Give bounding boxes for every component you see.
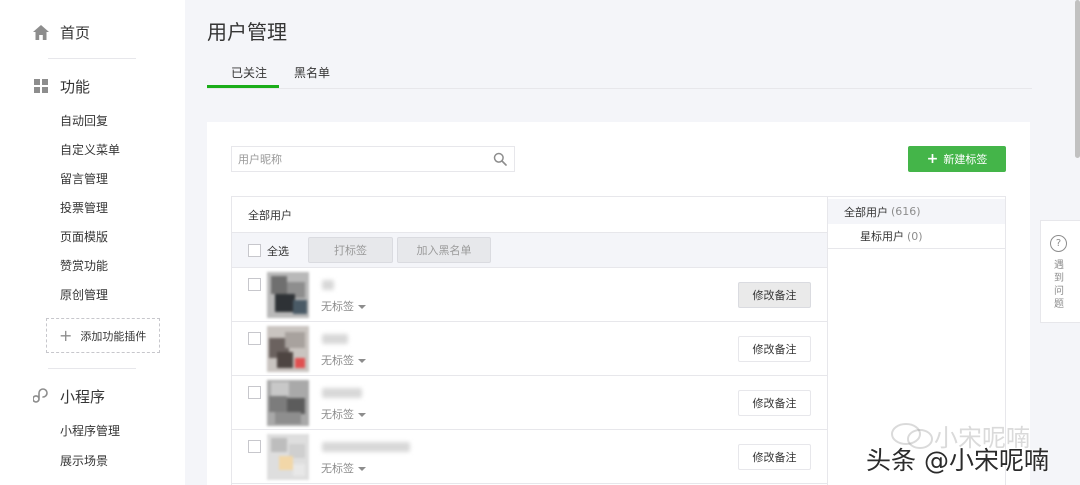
add-plugin-label: 添加功能插件 (80, 329, 147, 343)
edit-remark-button[interactable]: 修改备注 (738, 336, 811, 362)
row-tag-dropdown[interactable]: 无标签 (321, 298, 366, 314)
search-box (231, 146, 515, 172)
row-checkbox[interactable] (248, 278, 261, 291)
row-checkbox[interactable] (248, 386, 261, 399)
watermark: 头条 @小宋呢喃 (866, 446, 1049, 475)
group-item-all[interactable]: 全部用户 (616) (828, 199, 1005, 224)
plus-icon: + (926, 151, 939, 167)
table-title: 全部用户 (248, 209, 292, 222)
user-table: 全部用户 全选 打标签 加入黑名单 无标签 修改备注 无标签 修改备注 无标签 … (231, 196, 828, 485)
link-icon (32, 387, 50, 405)
sidebar-section-features[interactable]: 功能 (32, 74, 90, 98)
tab-bar: 已关注 黑名单 (207, 60, 1032, 89)
tag-button[interactable]: 打标签 (308, 237, 393, 263)
active-tab-indicator (207, 85, 279, 88)
row-tag-label: 无标签 (321, 462, 354, 475)
caret-down-icon (358, 413, 366, 417)
help-label: 遇到问题 (1054, 260, 1064, 310)
group-count: (0) (907, 229, 923, 243)
sidebar-section-label: 小程序 (60, 387, 106, 406)
row-tag-dropdown[interactable]: 无标签 (321, 352, 366, 368)
sidebar-item-comments[interactable]: 留言管理 (60, 170, 108, 188)
scrollbar-thumb[interactable] (1075, 0, 1080, 158)
row-checkbox[interactable] (248, 332, 261, 345)
page-title: 用户管理 (207, 20, 287, 44)
table-row: 无标签 修改备注 (232, 376, 827, 430)
avatar[interactable] (267, 434, 309, 480)
nickname-placeholder (322, 442, 410, 452)
tab-blacklist[interactable]: 黑名单 (294, 64, 330, 81)
group-count: (616) (891, 205, 921, 218)
avatar[interactable] (267, 380, 309, 426)
group-label: 星标用户 (860, 230, 904, 243)
edit-remark-button[interactable]: 修改备注 (738, 390, 811, 416)
sidebar-section-miniprogram[interactable]: 小程序 (32, 384, 105, 408)
sidebar-item-votes[interactable]: 投票管理 (60, 199, 108, 217)
sidebar-item-page-templates[interactable]: 页面模版 (60, 228, 108, 246)
tab-followed[interactable]: 已关注 (231, 64, 267, 81)
sidebar-item-reward[interactable]: 赞赏功能 (60, 257, 108, 275)
caret-down-icon (358, 467, 366, 471)
sidebar-item-home[interactable]: 首页 (32, 20, 90, 44)
sidebar-divider (48, 368, 136, 369)
table-row: 无标签 修改备注 (232, 430, 827, 484)
new-tag-label: 新建标签 (943, 153, 988, 166)
new-tag-button[interactable]: + 新建标签 (908, 146, 1006, 172)
nickname-placeholder (322, 334, 348, 344)
grid-icon (32, 77, 50, 95)
question-icon: ? (1050, 235, 1067, 252)
row-tag-dropdown[interactable]: 无标签 (321, 460, 366, 476)
edit-remark-button[interactable]: 修改备注 (738, 444, 811, 470)
table-row: 无标签 修改备注 (232, 268, 827, 322)
search-input[interactable] (232, 147, 482, 171)
avatar[interactable] (267, 272, 309, 318)
caret-down-icon (358, 359, 366, 363)
row-tag-dropdown[interactable]: 无标签 (321, 406, 366, 422)
add-plugin-button[interactable]: + 添加功能插件 (46, 318, 160, 353)
avatar[interactable] (267, 326, 309, 372)
row-tag-label: 无标签 (321, 300, 354, 313)
row-tag-label: 无标签 (321, 354, 354, 367)
table-row: 无标签 修改备注 (232, 322, 827, 376)
group-item-starred[interactable]: 星标用户 (0) (828, 224, 1005, 249)
sidebar-item-auto-reply[interactable]: 自动回复 (60, 112, 108, 130)
sidebar-item-original[interactable]: 原创管理 (60, 286, 108, 304)
help-tab[interactable]: ? 遇到问题 (1040, 220, 1080, 323)
search-icon[interactable] (493, 152, 507, 166)
select-all-checkbox[interactable] (248, 244, 261, 257)
plus-icon: + (59, 325, 73, 345)
sidebar-item-miniprogram-manage[interactable]: 小程序管理 (60, 422, 120, 440)
table-toolbar: 全选 打标签 加入黑名单 (232, 232, 827, 268)
home-icon (32, 23, 50, 41)
nickname-placeholder (322, 388, 362, 398)
caret-down-icon (358, 305, 366, 309)
edit-remark-button[interactable]: 修改备注 (738, 282, 811, 308)
row-tag-label: 无标签 (321, 408, 354, 421)
sidebar: 首页 功能 自动回复 自定义菜单 留言管理 投票管理 页面模版 赞赏功能 原创管… (0, 0, 185, 485)
nickname-placeholder (322, 280, 334, 290)
blacklist-button[interactable]: 加入黑名单 (397, 237, 491, 263)
sidebar-item-scenes[interactable]: 展示场景 (60, 452, 108, 470)
row-checkbox[interactable] (248, 440, 261, 453)
sidebar-item-custom-menu[interactable]: 自定义菜单 (60, 141, 120, 159)
sidebar-section-label: 功能 (60, 77, 91, 96)
group-label: 全部用户 (844, 205, 888, 219)
sidebar-item-label: 首页 (60, 23, 91, 42)
sidebar-divider (48, 58, 136, 59)
select-all-label: 全选 (267, 245, 289, 258)
